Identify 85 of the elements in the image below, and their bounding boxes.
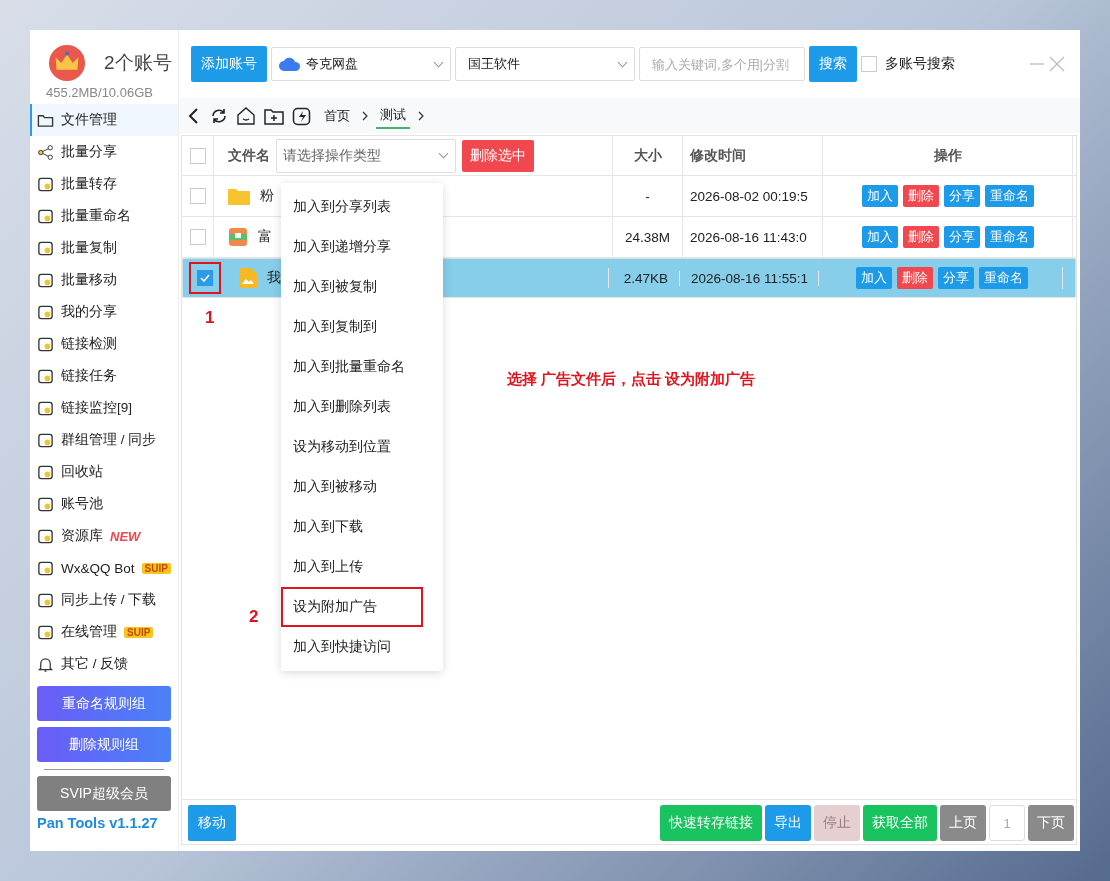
sidebar-item[interactable]: 我的分享: [30, 296, 178, 328]
delete-selected-button[interactable]: 删除选中: [462, 139, 534, 172]
file-size: 2.47KB: [623, 270, 669, 286]
column-header: 修改时间: [690, 146, 746, 165]
file-size: 24.38M: [625, 229, 670, 245]
menu-item[interactable]: 加入到递增分享: [281, 227, 443, 267]
sidebar-item[interactable]: 资源库 NEW: [30, 520, 178, 552]
folder-icon: [228, 187, 250, 205]
menu-item[interactable]: 加入到批量重命名: [281, 347, 443, 387]
rule-group-button[interactable]: 重命名规则组: [37, 686, 171, 721]
multi-account-label: 多账号搜索: [885, 55, 955, 73]
sidebar-item[interactable]: 批量重命名: [30, 200, 178, 232]
checkbox[interactable]: [861, 56, 877, 72]
archive-icon: [228, 227, 248, 247]
sidebar-item[interactable]: 链接监控[9]: [30, 392, 178, 424]
sidebar-item[interactable]: 批量分享: [30, 136, 178, 168]
sidebar-item[interactable]: 批量复制: [30, 232, 178, 264]
breadcrumb-link[interactable]: 测试: [376, 102, 410, 129]
delete-button[interactable]: 删除: [902, 226, 939, 248]
modified-time: 2026-08-02 00:19:5: [690, 188, 808, 204]
sidebar-item[interactable]: 批量转存: [30, 168, 178, 200]
sidebar-item[interactable]: Wx&QQ Bot SUIP: [30, 552, 178, 584]
step-number: 1: [205, 308, 215, 328]
share-icon: [37, 143, 54, 161]
menu-item[interactable]: 加入到复制到: [281, 307, 443, 347]
drive-select[interactable]: 夸克网盘: [271, 47, 451, 81]
rule-group-button[interactable]: 删除规则组: [37, 727, 171, 762]
chevron-right-icon: [418, 110, 424, 121]
column-header: 大小: [633, 146, 662, 165]
checkbox[interactable]: [189, 188, 206, 204]
operation-type-select[interactable]: 请选择操作类型: [276, 138, 456, 173]
vip-tag: SUIP: [141, 562, 171, 574]
menu-item[interactable]: 设为附加广告: [281, 587, 423, 627]
column-header: 操作: [933, 146, 962, 165]
delete-button[interactable]: 删除: [897, 267, 934, 289]
search-field[interactable]: 输入关键词,多个用|分割: [639, 47, 805, 81]
file-size: -: [645, 188, 650, 204]
image-file-icon: [239, 268, 257, 288]
new-tag: NEW: [110, 528, 141, 544]
category-select[interactable]: 国王软件: [455, 47, 635, 81]
checkbox[interactable]: [189, 147, 206, 164]
sidebar-item[interactable]: 其它 / 反馈: [30, 648, 178, 680]
sidebar-item[interactable]: 同步上传 / 下载: [30, 584, 178, 616]
new-folder-icon[interactable]: [264, 106, 284, 125]
close-icon[interactable]: [1049, 56, 1065, 72]
crown-avatar-icon: [48, 44, 86, 82]
sidebar-item[interactable]: 账号池: [30, 488, 178, 520]
step-number: 2: [249, 607, 259, 627]
checkbox[interactable]: [189, 229, 206, 245]
storage-usage: 455.2MB/10.06GB: [45, 84, 154, 102]
checkbox[interactable]: [196, 270, 213, 286]
sidebar-item[interactable]: 文件管理: [30, 104, 178, 136]
account-count: 2个账号: [104, 51, 172, 75]
menu-item[interactable]: 加入到被复制: [281, 267, 443, 307]
home-icon[interactable]: [236, 106, 256, 125]
menu-item[interactable]: 设为移动到位置: [281, 427, 443, 467]
cloud-icon: [278, 56, 302, 72]
sidebar-item[interactable]: 链接任务: [30, 360, 178, 392]
vip-button[interactable]: SVIP超级会员: [37, 776, 171, 811]
refresh-icon[interactable]: [210, 106, 228, 125]
breadcrumb-link[interactable]: 首页: [320, 103, 354, 128]
modified-time: 2026-08-16 11:55:1: [691, 270, 808, 286]
delete-button[interactable]: 删除: [902, 185, 939, 207]
modified-time: 2026-08-16 11:43:0: [690, 229, 807, 245]
instruction-note: 选择 广告文件后，点击 设为附加广告: [507, 370, 756, 389]
version-label: Pan Tools v1.1.27: [36, 814, 159, 831]
vip-tag: SUIP: [124, 626, 154, 638]
chevron-right-icon: [362, 110, 368, 121]
file-name[interactable]: 富: [258, 228, 272, 246]
sidebar-item[interactable]: 在线管理 SUIP: [30, 616, 178, 648]
column-header: 文件名: [228, 146, 270, 165]
flash-icon[interactable]: [292, 105, 312, 126]
file-name[interactable]: 粉: [260, 187, 274, 205]
sidebar-item[interactable]: 群组管理 / 同步: [30, 424, 178, 456]
menu-item[interactable]: 加入到上传: [281, 547, 443, 587]
sidebar-item[interactable]: 回收站: [30, 456, 178, 488]
sidebar-item[interactable]: 链接检测: [30, 328, 178, 360]
menu-item[interactable]: 加入到删除列表: [281, 387, 443, 427]
menu-item[interactable]: 加入到快捷访问: [281, 627, 443, 667]
file-name[interactable]: 我: [267, 269, 281, 287]
sidebar-item[interactable]: 批量移动: [30, 264, 178, 296]
menu-item[interactable]: 加入到下载: [281, 507, 443, 547]
bell-icon: [37, 655, 54, 673]
menu-item[interactable]: 加入到分享列表: [281, 187, 443, 227]
menu-item[interactable]: 加入到被移动: [281, 467, 443, 507]
